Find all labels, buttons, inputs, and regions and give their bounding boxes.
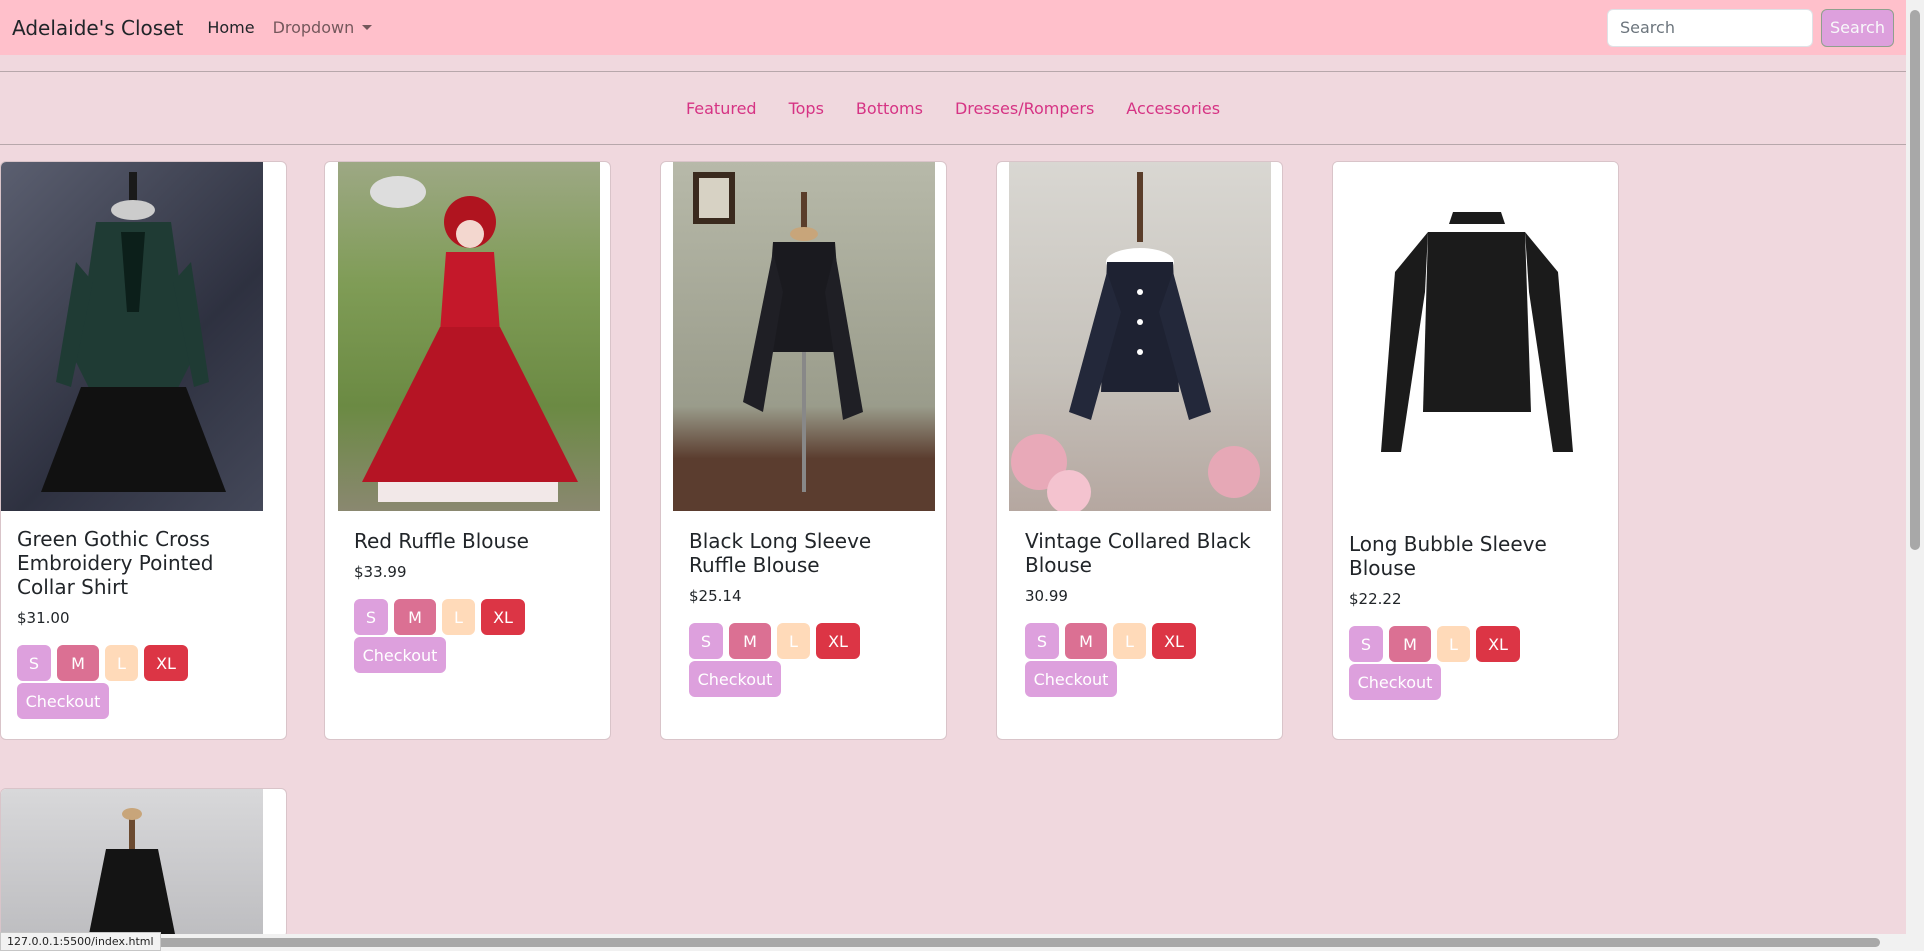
size-xl-button[interactable]: XL — [1476, 626, 1520, 662]
product-image-vintage-collared-black-blouse — [1009, 162, 1271, 511]
product-card — [0, 788, 287, 938]
size-m-button[interactable]: M — [1389, 626, 1431, 662]
size-m-button[interactable]: M — [57, 645, 99, 681]
checkout-button[interactable]: Checkout — [1349, 664, 1441, 700]
product-image-green-gothic-shirt — [1, 162, 263, 511]
category-link-tops[interactable]: Tops — [789, 99, 824, 118]
size-xl-button[interactable]: XL — [1152, 623, 1196, 659]
size-s-button[interactable]: S — [689, 623, 723, 659]
horizontal-scrollbar[interactable] — [0, 934, 1906, 951]
size-l-button[interactable]: L — [442, 599, 475, 635]
size-l-button[interactable]: L — [105, 645, 138, 681]
search-form: Search Search — [1607, 8, 1894, 47]
product-price: $22.22 — [1349, 590, 1402, 608]
size-s-button[interactable]: S — [1025, 623, 1059, 659]
horizontal-scroll-thumb[interactable] — [140, 938, 1880, 947]
product-title: Vintage Collared Black Blouse — [1025, 529, 1251, 577]
size-l-button[interactable]: L — [777, 623, 810, 659]
vertical-scroll-thumb[interactable] — [1910, 10, 1920, 550]
category-link-dresses-rompers[interactable]: Dresses/Rompers — [955, 99, 1094, 118]
size-l-button[interactable]: L — [1113, 623, 1146, 659]
product-price: 30.99 — [1025, 587, 1068, 605]
top-navbar: Adelaide's Closet Home Dropdown Search S… — [0, 0, 1906, 55]
search-button[interactable]: Search — [1821, 8, 1894, 47]
product-card: Red Ruffle Blouse $33.99 S M L XL Checko… — [324, 161, 611, 740]
checkout-button[interactable]: Checkout — [1025, 661, 1117, 697]
product-image-partial — [1, 789, 263, 937]
product-card: Long Bubble Sleeve Blouse $22.22 S M L X… — [1332, 161, 1619, 740]
product-card: Green Gothic Cross Embroidery Pointed Co… — [0, 161, 287, 740]
product-title: Green Gothic Cross Embroidery Pointed Co… — [17, 527, 214, 599]
product-price: $33.99 — [354, 563, 407, 581]
size-s-button[interactable]: S — [17, 645, 51, 681]
product-card: Vintage Collared Black Blouse 30.99 S M … — [996, 161, 1283, 740]
nav-home-link[interactable]: Home — [207, 18, 254, 37]
vertical-scrollbar[interactable] — [1906, 0, 1924, 951]
search-input[interactable]: Search — [1607, 8, 1813, 47]
category-link-featured[interactable]: Featured — [686, 99, 757, 118]
size-options: S M L XL — [1349, 626, 1602, 662]
nav-dropdown-label: Dropdown — [272, 18, 355, 37]
caret-down-icon — [362, 25, 373, 30]
size-l-button[interactable]: L — [1437, 626, 1470, 662]
size-m-button[interactable]: M — [394, 599, 436, 635]
size-s-button[interactable]: S — [1349, 626, 1383, 662]
product-price: $31.00 — [17, 609, 70, 627]
product-image-long-bubble-sleeve-blouse — [1333, 162, 1618, 508]
category-link-bottoms[interactable]: Bottoms — [856, 99, 923, 118]
size-options: S M L XL — [689, 623, 930, 659]
size-m-button[interactable]: M — [1065, 623, 1107, 659]
size-m-button[interactable]: M — [729, 623, 771, 659]
product-title: Red Ruffle Blouse — [354, 529, 529, 553]
product-price: $25.14 — [689, 587, 742, 605]
product-image-black-long-sleeve-ruffle-blouse — [673, 162, 935, 511]
nav-dropdown[interactable]: Dropdown — [273, 18, 373, 37]
product-image-red-ruffle-blouse — [338, 162, 600, 511]
product-card: Black Long Sleeve Ruffle Blouse $25.14 S… — [660, 161, 947, 740]
category-nav: Featured Tops Bottoms Dresses/Rompers Ac… — [0, 71, 1906, 145]
size-options: S M L XL — [1025, 623, 1266, 659]
size-s-button[interactable]: S — [354, 599, 388, 635]
category-link-accessories[interactable]: Accessories — [1126, 99, 1220, 118]
size-options: S M L XL — [17, 645, 270, 681]
product-title: Long Bubble Sleeve Blouse — [1349, 532, 1547, 580]
checkout-button[interactable]: Checkout — [17, 683, 109, 719]
product-title: Black Long Sleeve Ruffle Blouse — [689, 529, 872, 577]
brand-link[interactable]: Adelaide's Closet — [12, 16, 183, 40]
checkout-button[interactable]: Checkout — [689, 661, 781, 697]
size-xl-button[interactable]: XL — [481, 599, 525, 635]
size-xl-button[interactable]: XL — [144, 645, 188, 681]
status-url-tooltip: 127.0.0.1:5500/index.html — [0, 932, 161, 951]
checkout-button[interactable]: Checkout — [354, 637, 446, 673]
size-xl-button[interactable]: XL — [816, 623, 860, 659]
size-options: S M L XL — [354, 599, 594, 635]
